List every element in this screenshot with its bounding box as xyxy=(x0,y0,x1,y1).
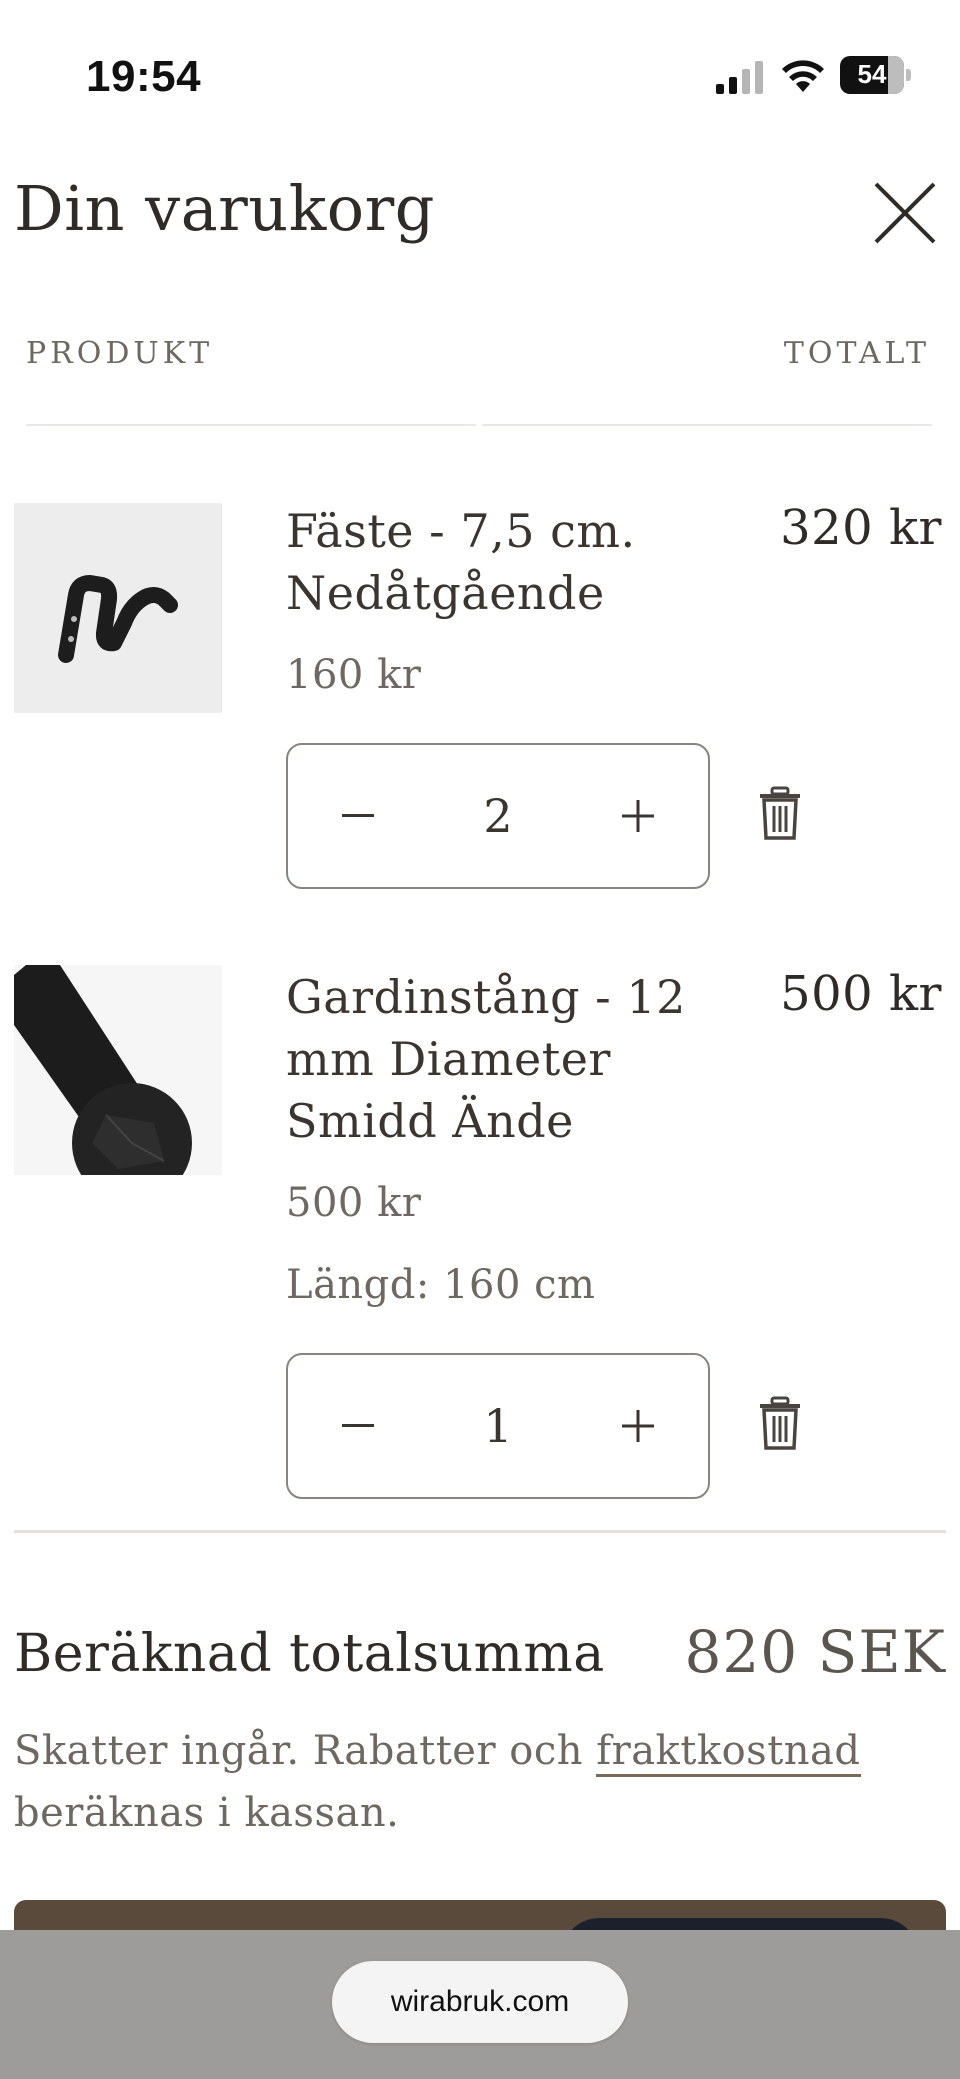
item-title-line[interactable]: Smidd Ände xyxy=(286,1090,706,1152)
minus-icon xyxy=(342,1423,374,1427)
item-title-line[interactable]: mm Diameter xyxy=(286,1028,706,1090)
item-line-total: 500 kr xyxy=(780,966,942,1022)
column-header-total: TOTALT xyxy=(783,336,930,371)
item-title-line[interactable]: Nedåtgående xyxy=(286,562,706,624)
remove-item-button[interactable] xyxy=(756,1396,804,1452)
trash-icon xyxy=(760,1396,800,1450)
item-unit-price: 160 kr xyxy=(286,652,422,698)
plus-icon xyxy=(622,1409,654,1442)
status-time: 19:54 xyxy=(86,52,202,101)
minus-icon xyxy=(342,813,374,817)
product-image-curtain-rod[interactable] xyxy=(14,965,222,1203)
signal-icon xyxy=(716,61,763,94)
quantity-input[interactable]: 2 xyxy=(428,745,568,886)
decrease-quantity-button[interactable] xyxy=(308,1355,408,1496)
item-variant-length: Längd: 160 cm xyxy=(286,1262,596,1308)
item-title-line[interactable]: Fäste - 7,5 cm. xyxy=(286,500,706,562)
remove-item-button[interactable] xyxy=(756,786,804,842)
item-title-line[interactable]: Gardinstång - 12 xyxy=(286,966,706,1028)
item-title[interactable]: Gardinstång - 12 mm Diameter Smidd Ände xyxy=(286,966,706,1152)
tax-note: Skatter ingår. Rabatter och fraktkostnad… xyxy=(14,1720,914,1844)
trash-icon xyxy=(760,786,800,840)
increase-quantity-button[interactable] xyxy=(588,1355,688,1496)
plus-icon xyxy=(622,799,654,832)
estimated-total-value: 820 SEK xyxy=(684,1618,946,1686)
item-unit-price: 500 kr xyxy=(286,1180,422,1226)
battery-icon: 54 xyxy=(840,56,911,94)
item-title[interactable]: Fäste - 7,5 cm. Nedåtgående xyxy=(286,500,706,624)
estimated-total-label: Beräknad totalsumma xyxy=(14,1624,605,1684)
close-icon xyxy=(874,182,936,244)
cart-title: Din varukorg xyxy=(14,172,435,245)
quantity-stepper: 2 xyxy=(286,743,710,889)
increase-quantity-button[interactable] xyxy=(588,745,688,886)
tax-note-text: Skatter ingår. Rabatter och xyxy=(14,1728,597,1774)
close-button[interactable] xyxy=(872,180,938,246)
quantity-input[interactable]: 1 xyxy=(428,1355,568,1496)
header-divider xyxy=(482,424,932,426)
status-bar: 19:54 54 xyxy=(0,0,960,150)
battery-level: 54 xyxy=(857,59,887,89)
wifi-icon xyxy=(782,60,824,92)
address-bar[interactable]: wirabruk.com xyxy=(332,1961,628,2043)
shipping-cost-link[interactable]: fraktkostnad xyxy=(596,1728,861,1777)
tax-note-text: beräknas i kassan. xyxy=(14,1790,400,1836)
product-image-bracket[interactable] xyxy=(14,503,222,713)
column-header-product: PRODUKT xyxy=(26,336,214,371)
quantity-stepper: 1 xyxy=(286,1353,710,1499)
decrease-quantity-button[interactable] xyxy=(308,745,408,886)
header-divider xyxy=(26,424,476,426)
item-line-total: 320 kr xyxy=(780,500,942,556)
items-divider xyxy=(14,1530,946,1533)
